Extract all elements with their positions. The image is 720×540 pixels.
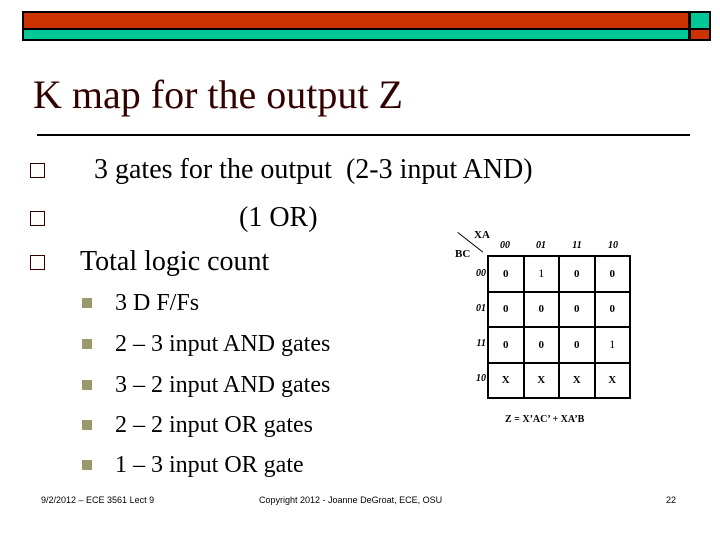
top-bar-teal-corner bbox=[691, 13, 709, 28]
slide-title: K map for the output Z bbox=[33, 72, 403, 117]
kmap-cell: X bbox=[488, 362, 524, 398]
kmap-cell: 0 bbox=[594, 291, 630, 327]
top-bar-red-segment bbox=[24, 13, 688, 28]
filled-square-bullet-icon bbox=[82, 420, 92, 430]
kmap-row-variable: BC bbox=[455, 248, 471, 260]
filled-square-bullet-icon bbox=[82, 298, 92, 308]
filled-square-bullet-icon bbox=[82, 380, 92, 390]
top-bar-red-corner bbox=[691, 30, 709, 39]
kmap-cell: X bbox=[559, 362, 595, 398]
sub-bullet-text: 2 – 2 input OR gates bbox=[115, 412, 313, 438]
footer-page-number: 22 bbox=[666, 495, 677, 505]
top-bar-teal-segment bbox=[24, 30, 688, 39]
bullet-text: (1 OR) bbox=[239, 202, 318, 233]
kmap-cell: 0 bbox=[523, 291, 559, 327]
kmap-equation: Z = X’AC’ + XA’B bbox=[505, 414, 585, 425]
kmap-col-header: 11 bbox=[572, 240, 582, 251]
footer-copyright: Copyright 2012 - Joanne DeGroat, ECE, OS… bbox=[259, 495, 443, 505]
kmap-cell: 0 bbox=[488, 291, 524, 327]
decorative-top-bar bbox=[22, 11, 711, 41]
kmap-col-header: 01 bbox=[536, 240, 546, 251]
kmap-cell: 0 bbox=[559, 256, 595, 292]
kmap-cell: 0 bbox=[594, 256, 630, 292]
kmap-cell: X bbox=[594, 362, 630, 398]
footer-date-course: 9/2/2012 – ECE 3561 Lect 9 bbox=[41, 495, 155, 505]
kmap-row-header: 01 bbox=[476, 303, 486, 314]
kmap-row-header: 11 bbox=[476, 338, 486, 349]
kmap-col-header: 10 bbox=[608, 240, 618, 251]
kmap-cell: 0 bbox=[559, 327, 595, 363]
kmap-row-header: 10 bbox=[476, 373, 486, 384]
kmap-row-header: 00 bbox=[476, 268, 486, 279]
filled-square-bullet-icon bbox=[82, 460, 92, 470]
kmap-grid: 0 1 0 0 0 0 0 0 0 0 0 1 X X X X bbox=[487, 255, 631, 399]
hollow-square-bullet-icon bbox=[30, 163, 45, 178]
sub-bullet-text: 2 – 3 input AND gates bbox=[115, 331, 331, 357]
sub-bullet-text: 3 D F/Fs bbox=[115, 290, 200, 316]
kmap-cell: X bbox=[523, 362, 559, 398]
title-divider bbox=[37, 134, 690, 136]
sub-bullet-text: 1 – 3 input OR gate bbox=[115, 452, 304, 478]
bullet-text: Total logic count bbox=[80, 246, 270, 277]
kmap-cell: 0 bbox=[488, 256, 524, 292]
kmap-cell: 0 bbox=[523, 327, 559, 363]
kmap-cell: 0 bbox=[559, 291, 595, 327]
kmap-col-header: 00 bbox=[500, 240, 510, 251]
kmap-cell: 1 bbox=[594, 327, 630, 363]
filled-square-bullet-icon bbox=[82, 339, 92, 349]
bullet-text: 3 gates for the output (2-3 input AND) bbox=[80, 154, 533, 185]
kmap-cell: 1 bbox=[523, 256, 559, 292]
hollow-square-bullet-icon bbox=[30, 211, 45, 226]
kmap-cell: 0 bbox=[488, 327, 524, 363]
hollow-square-bullet-icon bbox=[30, 255, 45, 270]
sub-bullet-text: 3 – 2 input AND gates bbox=[115, 372, 331, 398]
